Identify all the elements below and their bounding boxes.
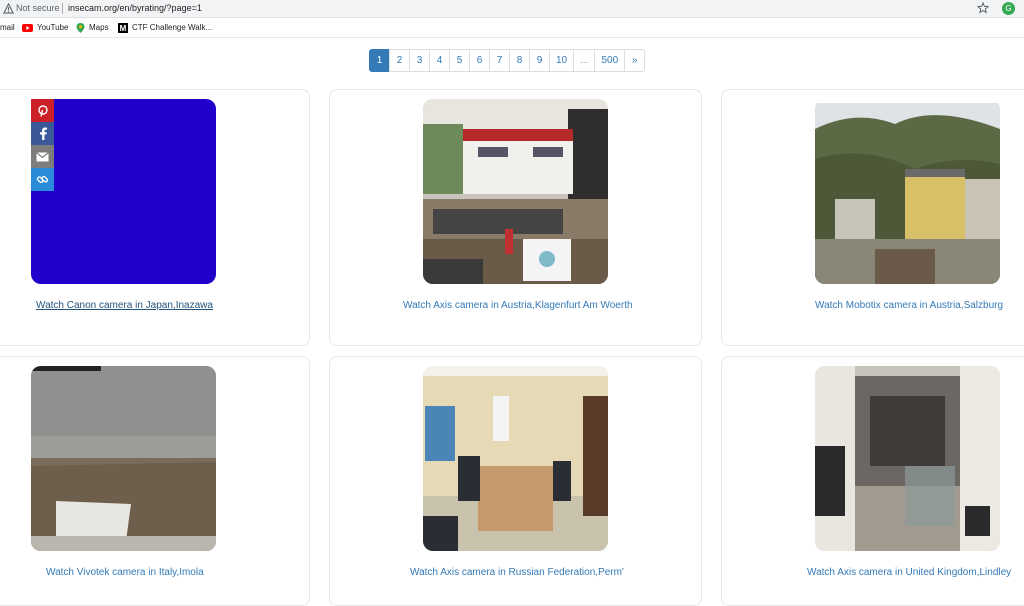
bookmark-maps[interactable]: Maps	[76, 23, 109, 33]
camera-link[interactable]: Watch Mobotix camera in Austria,Salzburg	[815, 300, 1003, 311]
maps-icon	[76, 23, 85, 33]
page-1[interactable]: 1	[369, 49, 390, 72]
svg-text:M: M	[120, 24, 127, 33]
camera-thumbnail[interactable]	[31, 99, 216, 284]
email-share-button[interactable]	[31, 145, 54, 168]
camera-thumbnail[interactable]	[423, 99, 608, 284]
bookmark-gmail[interactable]: mail	[0, 23, 15, 33]
security-label[interactable]: Not secure	[16, 3, 60, 13]
page-ellipsis: ...	[573, 49, 596, 72]
camera-link[interactable]: Watch Axis camera in Russian Federation,…	[410, 567, 624, 578]
bookmark-youtube[interactable]: YouTube	[22, 23, 68, 33]
page-2[interactable]: 2	[389, 49, 410, 72]
copy-link-button[interactable]	[31, 168, 54, 191]
pagination: 1 2 3 4 5 6 7 8 9 10 ... 500 »	[369, 49, 646, 72]
camera-feed-image	[815, 99, 1000, 284]
page-8[interactable]: 8	[509, 49, 530, 72]
email-icon	[36, 151, 49, 161]
warning-icon[interactable]	[3, 3, 14, 14]
camera-feed-image	[423, 99, 608, 284]
camera-thumbnail[interactable]	[31, 366, 216, 551]
page-7[interactable]: 7	[489, 49, 510, 72]
camera-feed-image	[815, 366, 1000, 551]
page-500[interactable]: 500	[594, 49, 626, 72]
camera-thumbnail[interactable]	[423, 366, 608, 551]
page-5[interactable]: 5	[449, 49, 470, 72]
camera-link[interactable]: Watch Vivotek camera in Italy,Imola	[46, 567, 204, 578]
page-next[interactable]: »	[624, 49, 646, 72]
bookmark-label: Maps	[89, 23, 109, 33]
camera-feed-image	[31, 366, 216, 551]
link-icon	[36, 175, 49, 184]
address-bar[interactable]: Not secure insecam.org/en/byrating/?page…	[0, 0, 1024, 18]
facebook-icon	[39, 127, 47, 140]
bookmark-label: mail	[0, 23, 15, 32]
extension-icon[interactable]: G	[1002, 2, 1015, 15]
page-10[interactable]: 10	[549, 49, 575, 72]
page-4[interactable]: 4	[429, 49, 450, 72]
camera-link[interactable]: Watch Canon camera in Japan,Inazawa	[36, 300, 213, 311]
pinterest-share-button[interactable]	[31, 99, 54, 122]
youtube-icon	[22, 23, 33, 32]
bookmark-label: CTF Challenge Walk...	[132, 23, 213, 33]
bookmarks-bar: mail YouTube Maps M CTF Challenge Walk...	[0, 18, 1024, 38]
page-6[interactable]: 6	[469, 49, 490, 72]
medium-icon: M	[118, 23, 128, 33]
facebook-share-button[interactable]	[31, 122, 54, 145]
divider	[62, 3, 63, 14]
camera-thumbnail[interactable]	[815, 366, 1000, 551]
bookmark-label: YouTube	[37, 23, 69, 32]
page-3[interactable]: 3	[409, 49, 430, 72]
camera-link[interactable]: Watch Axis camera in Austria,Klagenfurt …	[403, 300, 633, 311]
page-9[interactable]: 9	[529, 49, 550, 72]
pinterest-icon	[37, 104, 48, 117]
camera-feed-image	[423, 366, 608, 551]
bookmark-star-icon[interactable]	[977, 2, 989, 14]
camera-link[interactable]: Watch Axis camera in United Kingdom,Lind…	[807, 567, 1011, 578]
url-text[interactable]: insecam.org/en/byrating/?page=1	[68, 3, 202, 13]
bookmark-ctf[interactable]: M CTF Challenge Walk...	[118, 23, 212, 33]
camera-thumbnail[interactable]	[815, 99, 1000, 284]
